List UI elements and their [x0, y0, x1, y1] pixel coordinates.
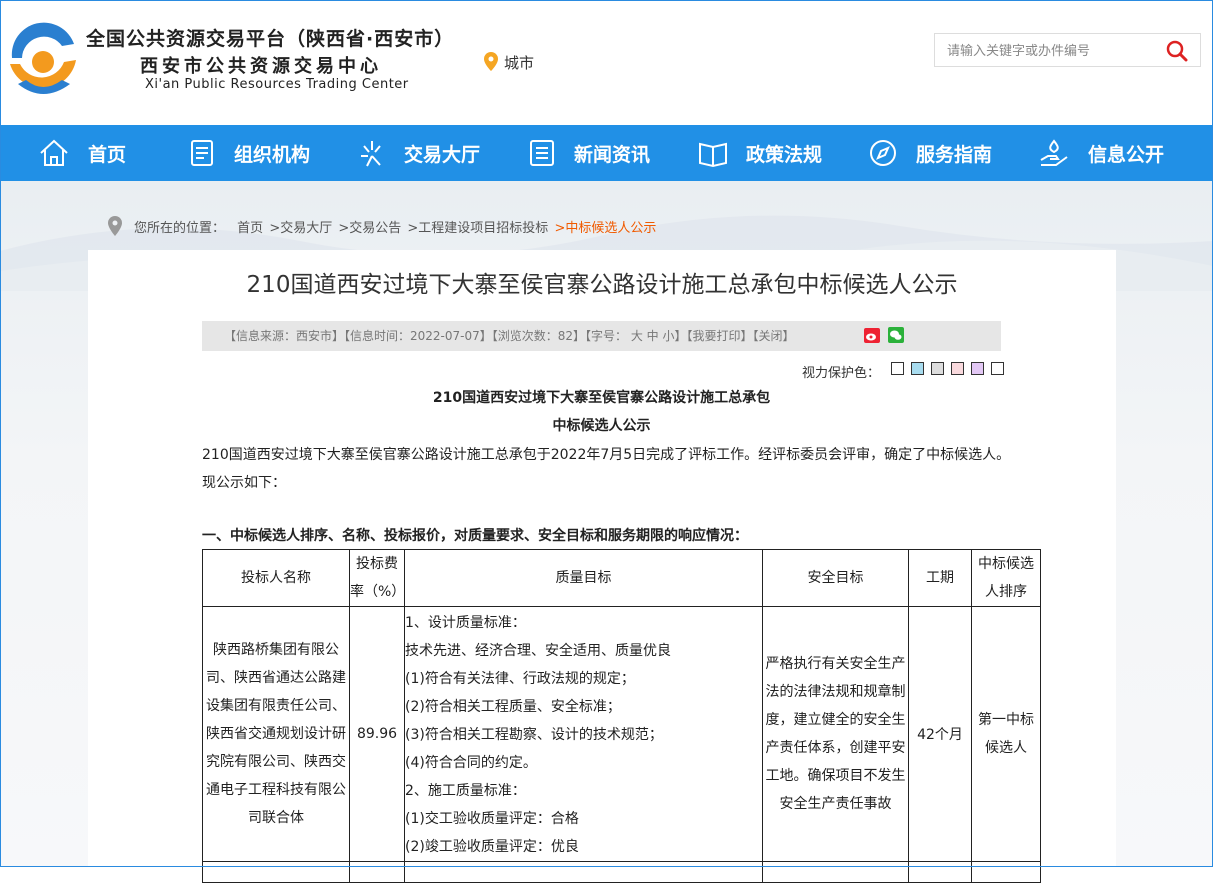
location-pin-icon	[484, 52, 498, 71]
nav-label: 新闻资讯	[574, 143, 651, 166]
nav-label: 政策法规	[746, 143, 823, 166]
swatch-white[interactable]	[891, 362, 904, 375]
quality-line: (1)交工验收质量评定：合格	[405, 811, 579, 827]
quality-line: (4)符合合同的约定。	[405, 755, 537, 771]
table-row: 陕西路桥集团有限公司、陕西省通达公路建设集团有限责任公司、陕西省交通规划设计研究…	[202, 606, 1041, 862]
nav-item-policy[interactable]: 政策法规	[698, 125, 822, 181]
list-icon	[530, 140, 554, 166]
document-icon	[191, 140, 213, 166]
cell-empty	[971, 861, 1041, 883]
cell-safety: 严格执行有关安全生产法的法律法规和规章制度，建立健全的安全生产责任体系，创建平安…	[762, 606, 909, 862]
swatch-gray[interactable]	[931, 362, 944, 375]
col-header-safety: 安全目标	[762, 549, 909, 607]
weibo-share-icon[interactable]	[864, 328, 880, 343]
breadcrumb-current[interactable]: >中标候选人公示	[554, 221, 656, 236]
breadcrumb-trading-hall[interactable]: >交易大厅	[269, 221, 332, 236]
col-header-rank: 中标候选人排序	[971, 549, 1041, 607]
location-pin-icon	[108, 216, 122, 236]
quality-line: 1、设计质量标准：	[405, 615, 526, 631]
breadcrumb-prefix: 您所在的位置：	[134, 221, 226, 236]
quality-line: (2)符合相关工程质量、安全标准；	[405, 699, 621, 715]
site-title-line2: 西安市公共资源交易中心	[140, 56, 382, 77]
nav-item-news[interactable]: 新闻资讯	[528, 125, 650, 181]
eye-protection-swatches	[891, 362, 1011, 375]
search-input[interactable]	[945, 40, 1149, 62]
candidate-table: 投标人名称 投标费率（%） 质量目标 安全目标 工期 中标候选人排序 陕西路桥集…	[202, 549, 1041, 883]
table-row	[202, 861, 1041, 883]
cell-empty	[762, 861, 909, 883]
article-title: 210国道西安过境下大寨至侯官寨公路设计施工总承包中标候选人公示	[246, 272, 958, 298]
article-info-bar: 【信息来源：西安市】【信息时间：2022-07-07】【浏览次数：82】【字号：…	[202, 321, 1001, 351]
cell-empty	[404, 861, 763, 883]
quality-line: 技术先进、经济合理、安全适用、质量优良	[405, 643, 671, 659]
cell-rate: 89.96	[349, 606, 405, 862]
main-nav: 首页 组织机构 交易大厅 新闻资讯 政策法规 服务指南 信息公开	[0, 125, 1213, 181]
hand-icon	[1040, 139, 1068, 166]
content-heading: 210国道西安过境下大寨至侯官寨公路设计施工总承包	[432, 390, 771, 406]
eye-protection-label: 视力保护色：	[802, 366, 881, 381]
nav-label: 组织机构	[234, 143, 311, 166]
table-header-row: 投标人名称 投标费率（%） 质量目标 安全目标 工期 中标候选人排序	[202, 549, 1041, 607]
swatch-pink[interactable]	[951, 362, 964, 375]
cell-empty	[349, 861, 405, 883]
nav-item-home[interactable]: 首页	[38, 125, 126, 181]
col-header-bidder: 投标人名称	[202, 549, 350, 607]
cell-empty	[908, 861, 972, 883]
cell-quality: 1、设计质量标准： 技术先进、经济合理、安全适用、质量优良 (1)符合有关法律、…	[404, 606, 763, 862]
intro-paragraph: 210国道西安过境下大寨至侯官寨公路设计施工总承包于2022年7月5日完成了评标…	[202, 447, 1011, 491]
article-meta: 【信息来源：西安市】【信息时间：2022-07-07】【浏览次数：82】【字号：…	[224, 329, 795, 343]
content-subheading: 中标候选人公示	[552, 418, 651, 434]
quality-line: 2、施工质量标准：	[405, 783, 526, 799]
sparkle-icon	[361, 141, 381, 167]
nav-item-trading-hall[interactable]: 交易大厅	[358, 125, 480, 181]
quality-list: 1、设计质量标准： 技术先进、经济合理、安全适用、质量优良 (1)符合有关法律、…	[405, 609, 762, 861]
city-label: 城市	[504, 54, 535, 72]
swatch-blue[interactable]	[911, 362, 924, 375]
search-box	[934, 33, 1201, 67]
cell-bidder: 陕西路桥集团有限公司、陕西省通达公路建设集团有限责任公司、陕西省交通规划设计研究…	[202, 606, 350, 862]
logo-icon[interactable]	[4, 14, 82, 102]
quality-line: (2)竣工验收质量评定：优良	[405, 839, 579, 855]
nav-item-info-disclosure[interactable]: 信息公开	[1038, 125, 1164, 181]
quality-line: (3)符合相关工程勘察、设计的技术规范；	[405, 727, 663, 743]
breadcrumb-construction-bidding[interactable]: >工程建设项目招标投标	[407, 221, 548, 236]
breadcrumb-home[interactable]: 首页	[237, 221, 263, 236]
breadcrumb: 您所在的位置： 首页 >交易大厅 >交易公告 >工程建设项目招标投标 >中标候选…	[108, 216, 658, 236]
col-header-duration: 工期	[908, 549, 972, 607]
compass-icon	[870, 140, 896, 166]
home-icon	[40, 139, 68, 166]
swatch-purple[interactable]	[971, 362, 984, 375]
book-icon	[699, 142, 727, 168]
site-title-english: Xi'an Public Resources Trading Center	[145, 77, 409, 92]
cell-empty	[202, 861, 350, 883]
nav-item-organization[interactable]: 组织机构	[188, 125, 310, 181]
nav-label: 首页	[88, 143, 127, 166]
cell-duration: 42个月	[908, 606, 972, 862]
nav-label: 交易大厅	[404, 143, 481, 166]
site-title-line1: 全国公共资源交易平台（陕西省·西安市）	[86, 28, 455, 50]
section-heading: 一、中标候选人排序、名称、投标报价，对质量要求、安全目标和服务期限的响应情况：	[202, 528, 748, 544]
wechat-share-icon[interactable]	[888, 327, 904, 343]
city-selector[interactable]: 城市	[484, 52, 534, 73]
col-header-rate: 投标费率（%）	[349, 549, 405, 607]
quality-line: (1)符合有关法律、行政法规的规定；	[405, 671, 635, 687]
site-header: 全国公共资源交易平台（陕西省·西安市） 西安市公共资源交易中心 Xi'an Pu…	[0, 0, 1213, 125]
breadcrumb-announcements[interactable]: >交易公告	[338, 221, 401, 236]
nav-label: 服务指南	[916, 143, 993, 166]
nav-label: 信息公开	[1088, 143, 1165, 166]
cell-rank: 第一中标候选人	[971, 606, 1041, 862]
col-header-quality: 质量目标	[404, 549, 763, 607]
swatch-default[interactable]	[991, 362, 1004, 375]
nav-item-service-guide[interactable]: 服务指南	[868, 125, 992, 181]
search-icon[interactable]	[1166, 40, 1188, 62]
